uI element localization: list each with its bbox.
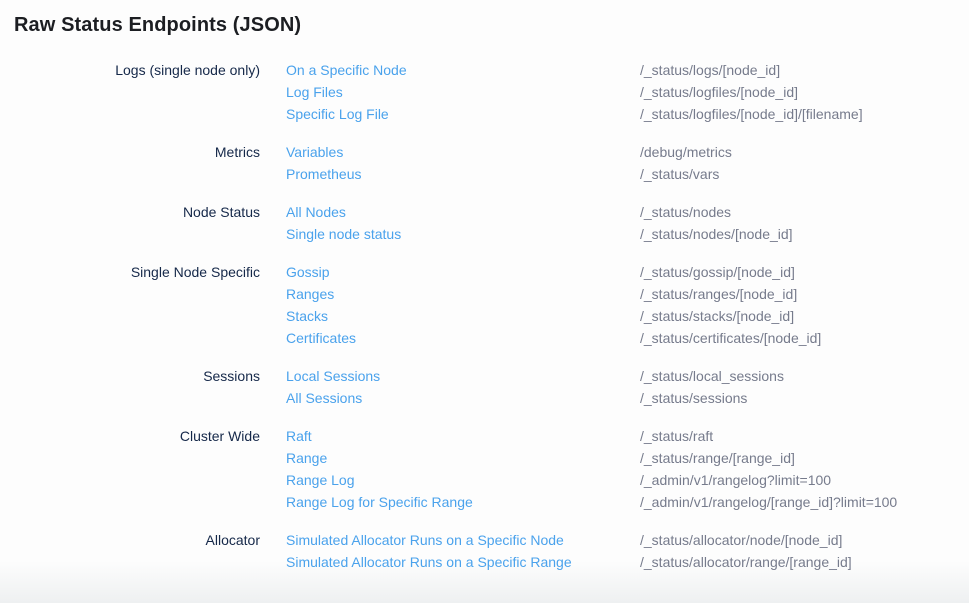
endpoint-path: /_status/ranges/[node_id]	[640, 283, 959, 305]
endpoint-links-column: VariablesPrometheus	[260, 141, 640, 185]
endpoint-table: Logs (single node only)On a Specific Nod…	[0, 59, 969, 573]
endpoint-path: /_admin/v1/rangelog/[range_id]?limit=100	[640, 491, 959, 513]
endpoint-path: /_status/local_sessions	[640, 365, 959, 387]
endpoint-path: /_status/nodes/[node_id]	[640, 223, 959, 245]
section-category: Logs (single node only)	[0, 59, 260, 125]
endpoint-paths-column: /_status/local_sessions/_status/sessions	[640, 365, 969, 409]
endpoint-link[interactable]: Prometheus	[286, 163, 640, 185]
endpoint-link[interactable]: Raft	[286, 425, 640, 447]
endpoint-links-column: On a Specific NodeLog FilesSpecific Log …	[260, 59, 640, 125]
endpoint-path: /debug/metrics	[640, 141, 959, 163]
endpoint-paths-column: /_status/nodes/_status/nodes/[node_id]	[640, 201, 969, 245]
endpoint-path: /_status/stacks/[node_id]	[640, 305, 959, 327]
endpoint-paths-column: /_status/logs/[node_id]/_status/logfiles…	[640, 59, 969, 125]
endpoint-paths-column: /debug/metrics/_status/vars	[640, 141, 969, 185]
endpoint-path: /_status/allocator/range/[range_id]	[640, 551, 959, 573]
section-category: Metrics	[0, 141, 260, 185]
endpoint-section: MetricsVariablesPrometheus/debug/metrics…	[0, 141, 969, 185]
endpoint-path: /_status/logfiles/[node_id]/[filename]	[640, 103, 959, 125]
endpoint-section: Single Node SpecificGossipRangesStacksCe…	[0, 261, 969, 349]
endpoint-link[interactable]: All Nodes	[286, 201, 640, 223]
debug-endpoints-page: Raw Status Endpoints (JSON) Logs (single…	[0, 0, 969, 573]
endpoint-section: Allocator Simulated Allocator Runs on a S…	[0, 529, 969, 573]
endpoint-links-column: GossipRangesStacksCertificates	[260, 261, 640, 349]
endpoint-link[interactable]: Range	[286, 447, 640, 469]
endpoint-section: SessionsLocal SessionsAll Sessions/_stat…	[0, 365, 969, 409]
endpoint-link[interactable]: Certificates	[286, 327, 640, 349]
endpoint-path: /_status/logs/[node_id]	[640, 59, 959, 81]
endpoint-link[interactable]: On a Specific Node	[286, 59, 640, 81]
endpoint-section: Logs (single node only)On a Specific Nod…	[0, 59, 969, 125]
endpoint-link[interactable]: Simulated Allocator Runs on a Specific N…	[286, 529, 640, 551]
endpoint-path: /_status/gossip/[node_id]	[640, 261, 959, 283]
section-category: Allocator	[0, 529, 260, 573]
endpoint-link[interactable]: Ranges	[286, 283, 640, 305]
endpoint-link[interactable]: Variables	[286, 141, 640, 163]
section-category: Node Status	[0, 201, 260, 245]
endpoint-path: /_status/certificates/[node_id]	[640, 327, 959, 349]
endpoint-path: /_admin/v1/rangelog?limit=100	[640, 469, 959, 491]
endpoint-links-column: Simulated Allocator Runs on a Specific N…	[260, 529, 640, 573]
endpoint-path: /_status/raft	[640, 425, 959, 447]
endpoint-section: Cluster WideRaftRangeRange LogRange Log …	[0, 425, 969, 513]
endpoint-links-column: All NodesSingle node status	[260, 201, 640, 245]
endpoint-path: /_status/sessions	[640, 387, 959, 409]
section-category: Cluster Wide	[0, 425, 260, 513]
endpoint-link[interactable]: Simulated Allocator Runs on a Specific R…	[286, 551, 640, 573]
section-category: Single Node Specific	[0, 261, 260, 349]
endpoint-link[interactable]: Gossip	[286, 261, 640, 283]
endpoint-path: /_status/vars	[640, 163, 959, 185]
endpoint-links-column: RaftRangeRange LogRange Log for Specific…	[260, 425, 640, 513]
endpoint-link[interactable]: Specific Log File	[286, 103, 640, 125]
endpoint-link[interactable]: All Sessions	[286, 387, 640, 409]
endpoint-path: /_status/nodes	[640, 201, 959, 223]
endpoint-path: /_status/logfiles/[node_id]	[640, 81, 959, 103]
endpoint-section: Node StatusAll NodesSingle node status/_…	[0, 201, 969, 245]
endpoint-path: /_status/allocator/node/[node_id]	[640, 529, 959, 551]
endpoint-path: /_status/range/[range_id]	[640, 447, 959, 469]
endpoint-paths-column: /_status/allocator/node/[node_id]/_statu…	[640, 529, 969, 573]
section-category: Sessions	[0, 365, 260, 409]
endpoint-link[interactable]: Single node status	[286, 223, 640, 245]
endpoint-link[interactable]: Stacks	[286, 305, 640, 327]
endpoint-paths-column: /_status/gossip/[node_id]/_status/ranges…	[640, 261, 969, 349]
page-title: Raw Status Endpoints (JSON)	[14, 14, 969, 36]
endpoint-link[interactable]: Log Files	[286, 81, 640, 103]
endpoint-link[interactable]: Range Log for Specific Range	[286, 491, 640, 513]
endpoint-link[interactable]: Range Log	[286, 469, 640, 491]
endpoint-links-column: Local SessionsAll Sessions	[260, 365, 640, 409]
endpoint-link[interactable]: Local Sessions	[286, 365, 640, 387]
endpoint-paths-column: /_status/raft/_status/range/[range_id]/_…	[640, 425, 969, 513]
